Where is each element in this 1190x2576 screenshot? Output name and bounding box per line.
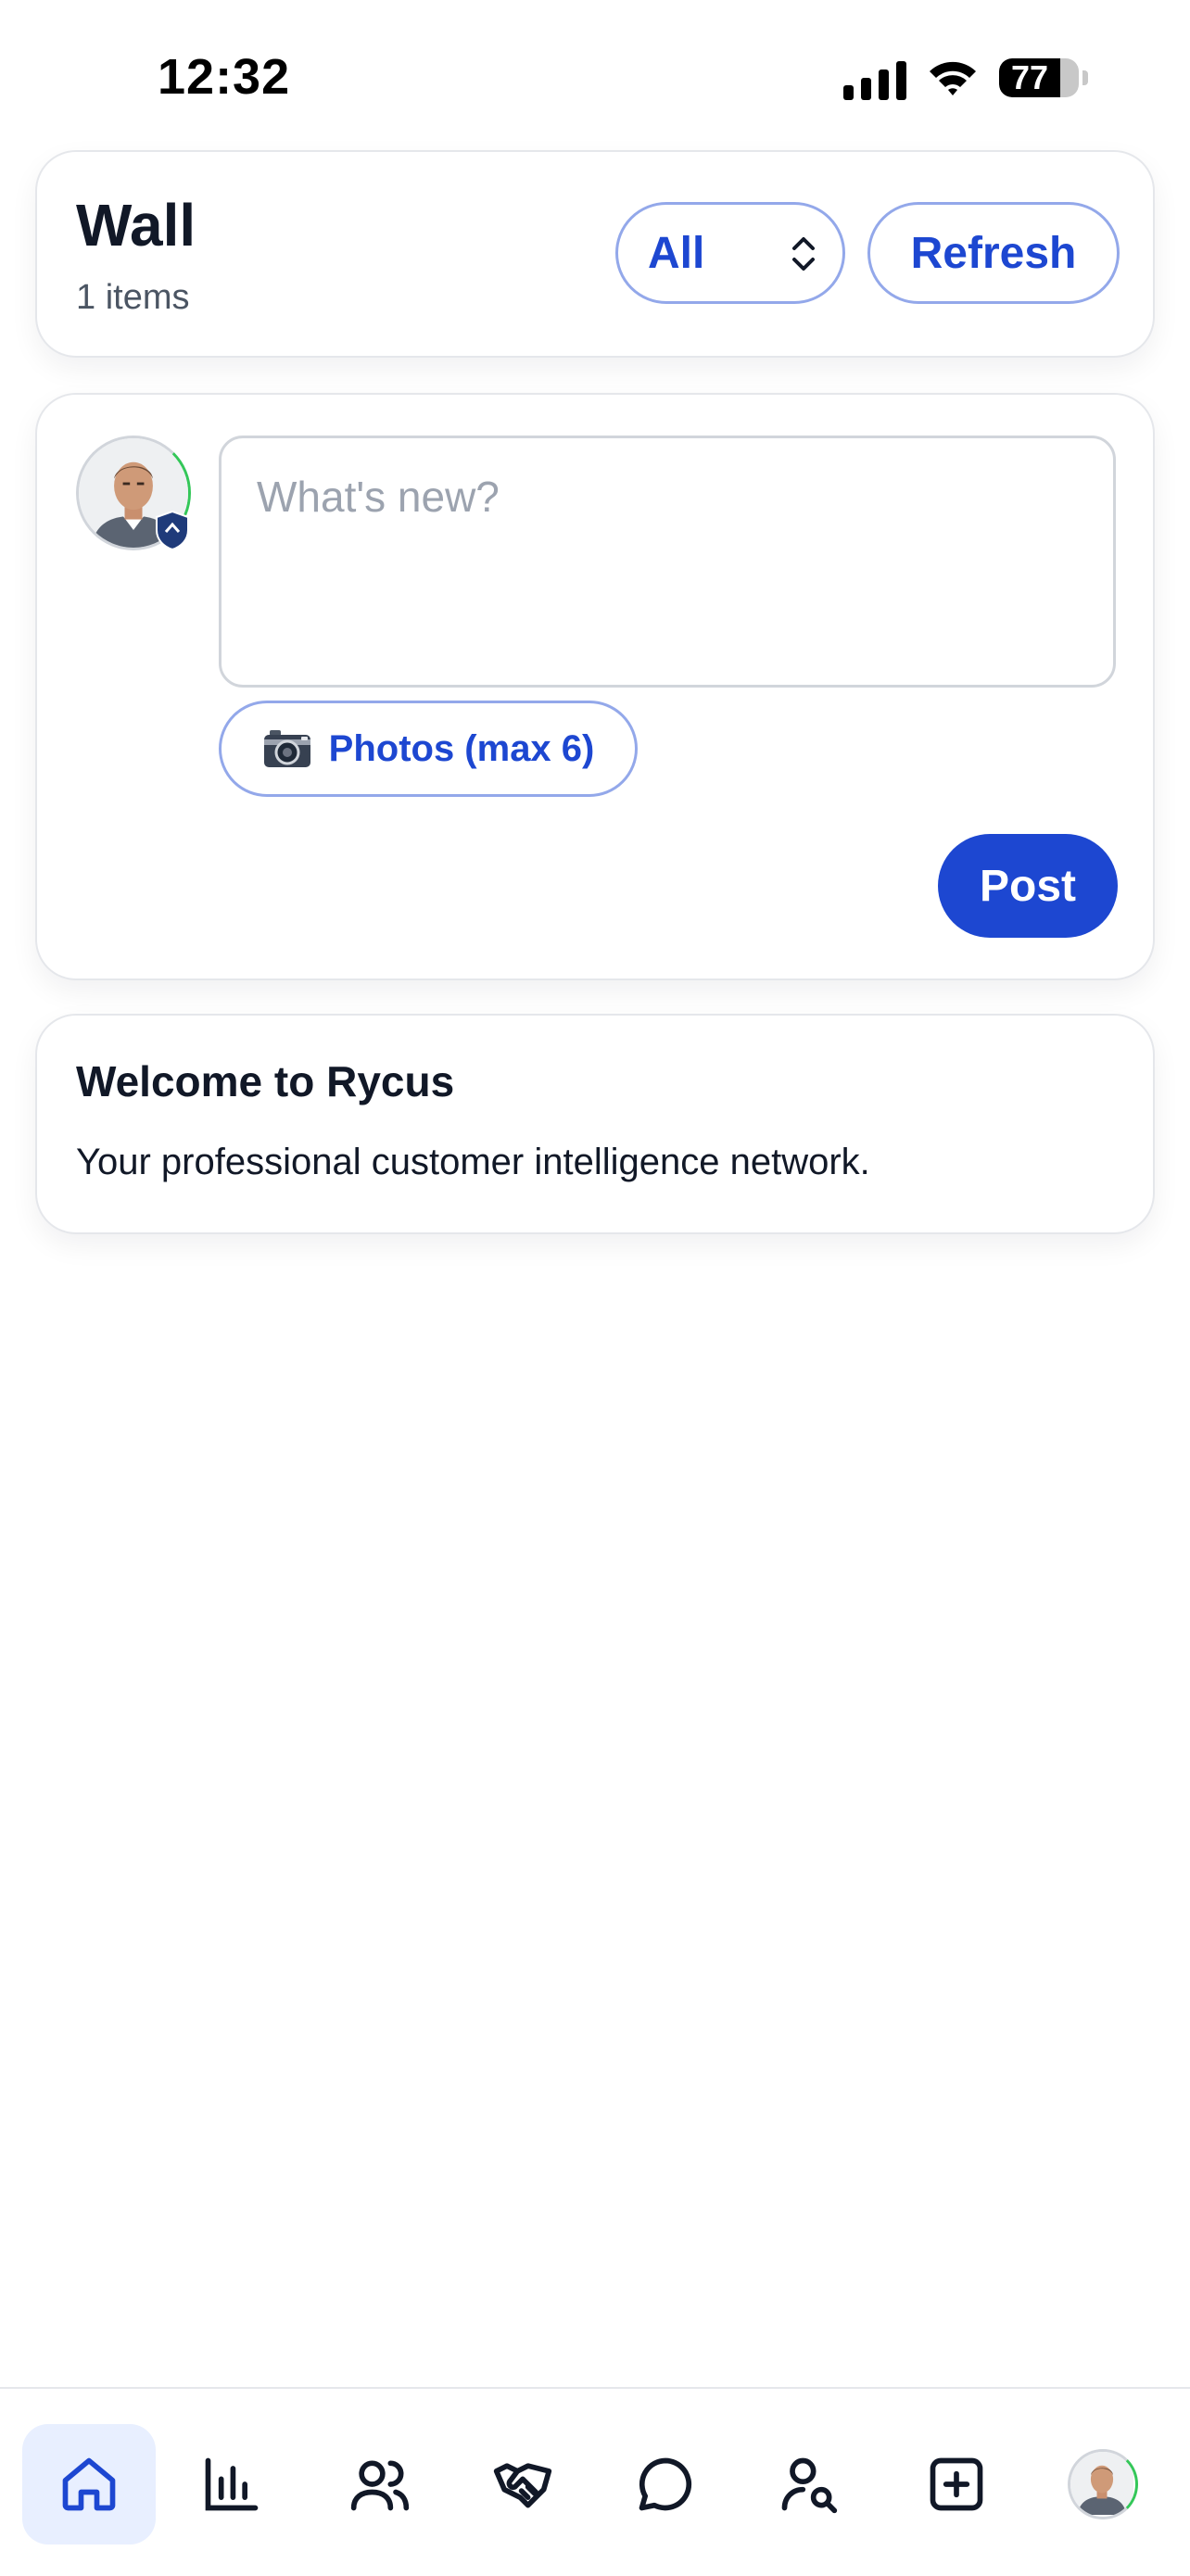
- add-photos-label: Photos (max 6): [328, 727, 595, 769]
- bottom-nav: [0, 2387, 1190, 2576]
- post-composer-card: Photos (max 6) Post: [35, 393, 1155, 980]
- post-button[interactable]: Post: [938, 834, 1118, 938]
- filter-select[interactable]: All: [615, 202, 845, 304]
- plus-square-icon: [930, 2457, 983, 2511]
- filter-select-value: All: [648, 228, 705, 278]
- feed-item[interactable]: Welcome to Rycus Your professional custo…: [35, 1014, 1155, 1234]
- nav-deals[interactable]: [456, 2424, 589, 2544]
- nav-create[interactable]: [890, 2424, 1023, 2544]
- chevron-up-down-icon: [792, 237, 815, 271]
- feed-item-title: Welcome to Rycus: [76, 1057, 455, 1105]
- add-photos-button[interactable]: Photos (max 6): [219, 701, 638, 797]
- nav-network[interactable]: [313, 2424, 447, 2544]
- chat-bubble-icon: [639, 2457, 692, 2511]
- profile-avatar: [1068, 2449, 1138, 2519]
- battery-icon: 77: [999, 58, 1088, 99]
- feed-item-body: Your professional customer intelligence …: [76, 1142, 870, 1182]
- camera-icon: [263, 730, 310, 767]
- wall-header-card: Wall 1 items All Refresh: [35, 150, 1155, 358]
- refresh-button[interactable]: Refresh: [867, 202, 1120, 304]
- cellular-signal-icon: [843, 61, 906, 100]
- battery-level: 77: [1010, 58, 1049, 96]
- nav-messages[interactable]: [599, 2424, 732, 2544]
- page-title: Wall: [76, 192, 196, 259]
- handshake-icon: [493, 2463, 552, 2508]
- item-count: 1 items: [76, 278, 190, 317]
- user-search-icon: [781, 2457, 838, 2514]
- wifi-icon: [930, 61, 976, 95]
- post-text-input[interactable]: [219, 436, 1116, 688]
- avatar[interactable]: [76, 436, 191, 550]
- users-icon: [350, 2460, 410, 2511]
- status-time: 12:32: [158, 49, 291, 105]
- shield-badge-icon: [156, 510, 189, 550]
- bar-chart-icon: [205, 2457, 259, 2511]
- home-icon: [62, 2457, 116, 2511]
- status-bar: 12:32 77: [0, 0, 1190, 148]
- nav-profile[interactable]: [1036, 2424, 1170, 2544]
- nav-stats[interactable]: [165, 2424, 298, 2544]
- nav-search-people[interactable]: [741, 2424, 875, 2544]
- nav-home[interactable]: [22, 2424, 156, 2544]
